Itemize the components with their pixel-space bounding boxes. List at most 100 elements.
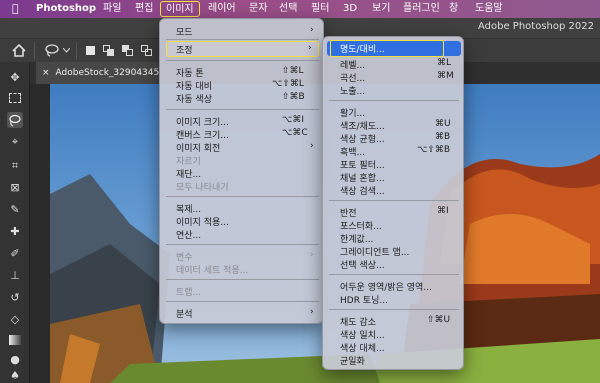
menu-item-mode[interactable]: 모드 (176, 25, 193, 38)
menu-item-auto-color[interactable]: 자동 색상 (176, 92, 212, 105)
adjustments-submenu: 명도/대비... 레벨... ⌘L 곡선... ⌘M 노출... 활기... 색… (322, 36, 464, 370)
menu-item-trap: 트랩... (176, 288, 202, 298)
submenu-arrow-icon: › (310, 250, 314, 260)
menu-item-shadows-highlights[interactable]: 어두운 영역/밝은 영역... (340, 280, 432, 293)
menu-select[interactable]: 선택 (279, 0, 297, 18)
gradient-icon[interactable] (7, 332, 23, 348)
menu-item-photo-filter[interactable]: 포토 필터... (340, 158, 385, 171)
menu-help[interactable]: 도움말 (475, 0, 503, 18)
divider (166, 301, 319, 302)
menu-item-gradient-map[interactable]: 그레이디언트 맵... (340, 245, 409, 258)
menu-filter[interactable]: 필터 (311, 0, 329, 18)
lasso-icon[interactable] (44, 44, 60, 57)
healing-brush-icon[interactable]: ✚ (7, 224, 23, 240)
marquee-tool-icon[interactable] (7, 90, 23, 106)
menu-item-image-size[interactable]: 이미지 크기... (176, 115, 229, 128)
eraser-icon[interactable]: ◇ (7, 312, 23, 328)
menu-item-match-color[interactable]: 색상 일치... (340, 328, 385, 341)
divider (329, 274, 459, 275)
dodge-icon[interactable]: ♠ (7, 368, 23, 383)
brush-icon[interactable]: ✐ (7, 246, 23, 262)
quick-selection-icon[interactable]: ⌖ (7, 134, 23, 150)
menu-item-invert[interactable]: 반전 (340, 206, 357, 219)
clone-stamp-icon[interactable]: ⊥ (7, 268, 23, 284)
menu-item-auto-tone[interactable]: 자동 톤 (176, 66, 204, 79)
history-brush-icon[interactable]: ↺ (7, 290, 23, 306)
menu-item-exposure[interactable]: 노출... (340, 84, 365, 97)
blur-icon[interactable]: ● (7, 352, 23, 368)
menu-item-duplicate[interactable]: 복제... (176, 202, 201, 215)
menu-item-threshold[interactable]: 한계값... (340, 232, 373, 245)
window-title: Adobe Photoshop 2022 (478, 21, 594, 32)
menu-photoshop[interactable]: Photoshop (36, 0, 96, 18)
subtract-selection-icon[interactable] (122, 45, 133, 56)
shortcut-levels: ⌘L (437, 58, 452, 68)
menu-item-levels[interactable]: 레벨... (340, 58, 365, 71)
menu-edit[interactable]: 편집 (135, 0, 153, 18)
adjustments-label: 조정 (176, 46, 193, 56)
menu-item-auto-contrast[interactable]: 자동 대비 (176, 79, 212, 92)
eyedropper-icon[interactable]: ✎ (7, 202, 23, 218)
menu-window[interactable]: 창 (449, 0, 458, 18)
menu-item-apply-image[interactable]: 이미지 적용... (176, 215, 229, 228)
menu-item-color-balance[interactable]: 색상 균형... (340, 132, 385, 145)
image-menu: 모드 › 조정 › 자동 톤 ⇧⌘L 자동 대비 ⌥⇧⌘L 자동 색상 ⇧⌘B … (159, 18, 324, 324)
divider (329, 100, 459, 101)
tools-panel: ✥ ⌖ ⌗ ⊠ ✎ ✚ ✐ ⊥ ↺ ◇ ● ♠ (0, 62, 30, 383)
chevron-down-icon[interactable] (63, 48, 70, 53)
new-selection-icon[interactable] (86, 46, 95, 55)
menu-item-calculations[interactable]: 연산... (176, 228, 201, 241)
divider (34, 42, 35, 59)
frame-tool-icon[interactable]: ⊠ (7, 180, 23, 196)
menu-item-posterize[interactable]: 포스터화... (340, 219, 382, 232)
divider (329, 200, 459, 201)
menu-item-channel-mixer[interactable]: 채널 혼합... (340, 171, 385, 184)
submenu-arrow-icon: › (310, 141, 314, 151)
menu-item-adjustments[interactable]: 조정 › (166, 41, 319, 57)
menu-item-hdr-toning[interactable]: HDR 토닝... (340, 293, 388, 306)
shortcut-auto-tone: ⇧⌘L (282, 66, 304, 76)
apple-logo-icon[interactable]:  (12, 0, 19, 18)
menu-item-replace-color[interactable]: 색상 대체... (340, 341, 385, 354)
shortcut-curves: ⌘M (437, 71, 454, 81)
menu-item-brightness-contrast[interactable]: 명도/대비... (327, 40, 461, 57)
menu-item-color-lookup[interactable]: 색상 검색... (340, 184, 385, 197)
menu-image[interactable]: 이미지 (160, 1, 200, 17)
menu-item-image-rotation[interactable]: 이미지 회전 (176, 141, 220, 154)
document-tab-title: AdobeStock_329043458( (55, 68, 160, 78)
lasso-tool-icon[interactable] (7, 112, 23, 128)
intersect-selection-icon[interactable] (141, 45, 152, 56)
menu-3d[interactable]: 3D (343, 0, 357, 18)
menu-item-curves[interactable]: 곡선... (340, 71, 365, 84)
menu-item-trim[interactable]: 재단... (176, 167, 201, 180)
menu-item-canvas-size[interactable]: 캔버스 크기... (176, 128, 229, 141)
divider (166, 60, 319, 61)
move-tool-icon[interactable]: ✥ (7, 70, 23, 86)
home-icon[interactable] (12, 44, 26, 57)
menu-item-analysis[interactable]: 분석 (176, 307, 193, 320)
menu-item-selective-color[interactable]: 선택 색상... (340, 258, 385, 271)
menu-item-variables: 변수 (176, 253, 193, 263)
menu-bar:  Photoshop 파일 편집 이미지 레이어 문자 선택 필터 3D 보기… (0, 0, 600, 18)
menu-type[interactable]: 문자 (249, 0, 267, 18)
crop-tool-icon[interactable]: ⌗ (7, 158, 23, 174)
menu-item-equalize[interactable]: 균일화 (340, 354, 365, 367)
menu-layer[interactable]: 레이어 (208, 0, 236, 18)
add-selection-icon[interactable] (103, 45, 114, 56)
menu-item-black-white[interactable]: 흑백... (340, 145, 365, 158)
menu-file[interactable]: 파일 (103, 0, 121, 18)
shortcut-auto-color: ⇧⌘B (282, 92, 305, 102)
menu-view[interactable]: 보기 (372, 0, 390, 18)
menu-item-vibrance[interactable]: 활기... (340, 106, 365, 119)
menu-item-desaturate[interactable]: 채도 감소 (340, 315, 376, 328)
close-icon[interactable]: × (42, 68, 50, 78)
divider (166, 279, 319, 280)
document-tab[interactable]: × AdobeStock_329043458( (36, 62, 160, 84)
shortcut-invert: ⌘I (437, 206, 449, 216)
menu-item-crop: 자르기 (176, 157, 201, 167)
shortcut-color-balance: ⌘B (435, 132, 451, 142)
menu-item-apply-data-set: 데이터 세트 적용... (176, 266, 249, 276)
menu-plugins[interactable]: 플러그인 (403, 0, 440, 18)
menu-item-hue-saturation[interactable]: 색조/채도... (340, 119, 385, 132)
submenu-arrow-icon: › (310, 307, 314, 317)
